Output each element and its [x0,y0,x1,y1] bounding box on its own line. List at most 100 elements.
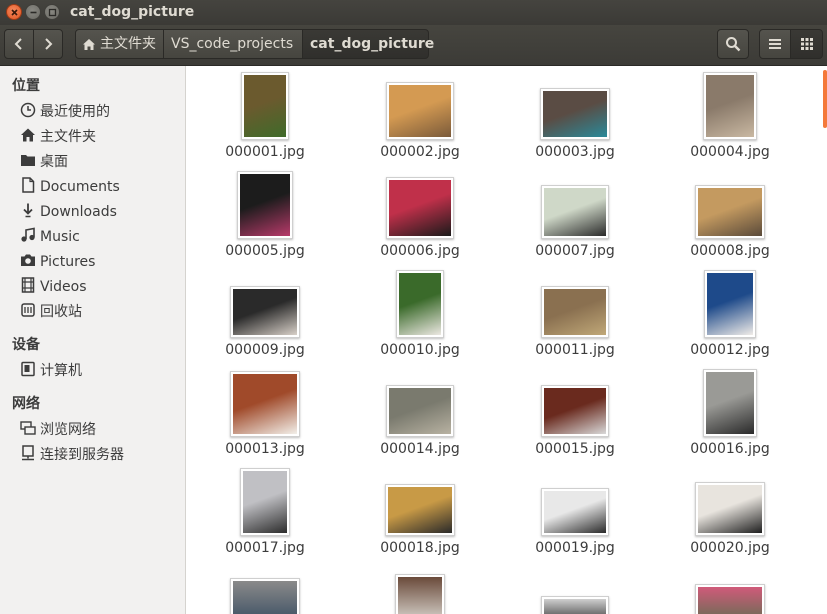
image-thumbnail[interactable] [540,88,610,140]
image-thumbnail[interactable] [541,286,609,338]
sidebar-item-label: 桌面 [40,154,68,170]
search-button[interactable] [717,29,749,59]
file-name: 000018.jpg [380,540,460,556]
image-thumbnail[interactable] [695,482,765,536]
sidebar-item-documents[interactable]: Documents [20,176,120,198]
grid-view-button[interactable] [790,29,823,59]
image-thumbnail[interactable] [541,596,609,614]
sidebar: 位置 最近使用的 主文件夹 桌面 Documents Downloads Mus… [0,66,186,614]
image-thumbnail[interactable] [703,72,757,140]
file-name: 000004.jpg [690,144,770,160]
image-thumbnail[interactable] [541,385,609,437]
image-thumbnail[interactable] [695,584,765,614]
image-thumbnail[interactable] [386,385,454,437]
sidebar-item-videos[interactable]: Videos [20,276,87,298]
minimize-window-button[interactable] [25,4,41,20]
sidebar-item-recent[interactable]: 最近使用的 [20,101,110,123]
file-name: 000010.jpg [380,342,460,358]
image-preview [544,599,606,614]
file-item[interactable]: 000018.jpg [370,470,470,560]
image-thumbnail[interactable] [237,171,293,239]
breadcrumb-home[interactable]: 主文件夹 [75,29,164,59]
file-item[interactable]: 000019.jpg [525,470,625,560]
image-preview [243,471,287,533]
sidebar-section-places: 位置 [12,78,40,94]
file-item[interactable]: 000010.jpg [370,270,470,362]
file-item[interactable]: 000007.jpg [525,173,625,263]
home-icon [21,128,35,142]
server-icon [22,445,34,461]
sidebar-item-downloads[interactable]: Downloads [20,201,117,223]
file-item[interactable]: 000020.jpg [680,470,780,560]
image-thumbnail[interactable] [386,82,454,140]
chevron-right-icon [45,38,53,50]
file-item[interactable]: 000003.jpg [525,74,625,164]
image-thumbnail[interactable] [695,185,765,239]
clock-icon [20,102,36,118]
sidebar-item-pictures[interactable]: Pictures [20,251,95,273]
image-thumbnail[interactable] [395,574,445,614]
file-name: 000015.jpg [535,441,615,457]
file-item[interactable]: 000015.jpg [525,371,625,461]
sidebar-item-label: Documents [40,179,120,195]
scrollbar[interactable] [823,70,827,128]
file-name: 000003.jpg [535,144,615,160]
file-name: 000007.jpg [535,243,615,259]
image-thumbnail[interactable] [704,270,756,338]
sidebar-item-label: Music [40,229,80,245]
file-item[interactable]: 000008.jpg [680,173,780,263]
image-thumbnail[interactable] [240,468,290,536]
list-view-button[interactable] [759,29,791,59]
image-preview [398,577,442,614]
image-thumbnail[interactable] [230,371,300,437]
breadcrumb-current[interactable]: cat_dog_picture [302,29,434,59]
sidebar-item-computer[interactable]: 计算机 [20,360,82,382]
file-item[interactable]: 000016.jpg [680,369,780,461]
sidebar-item-music[interactable]: Music [20,226,80,248]
file-item[interactable]: 000011.jpg [525,272,625,362]
file-item[interactable]: 000005.jpg [215,171,315,263]
image-thumbnail[interactable] [541,488,609,536]
sidebar-item-home[interactable]: 主文件夹 [20,126,96,148]
image-thumbnail[interactable] [241,72,289,140]
window-title: cat_dog_picture [70,4,195,20]
image-preview [544,491,606,533]
file-item[interactable]: 000009.jpg [215,272,315,362]
sidebar-item-connect-server[interactable]: 连接到服务器 [20,444,124,466]
file-item[interactable]: 000004.jpg [680,72,780,164]
image-preview [544,188,606,236]
image-preview [706,75,754,137]
image-preview [707,273,753,335]
sidebar-item-desktop[interactable]: 桌面 [20,151,68,173]
file-item[interactable]: 000002.jpg [370,74,470,164]
image-thumbnail[interactable] [230,286,300,338]
image-thumbnail[interactable] [385,484,455,536]
file-item[interactable]: 000006.jpg [370,173,470,263]
image-preview [399,273,441,335]
forward-button[interactable] [33,29,63,59]
image-thumbnail[interactable] [541,185,609,239]
file-name: 000002.jpg [380,144,460,160]
file-item[interactable]: 000013.jpg [215,371,315,461]
file-item[interactable]: 000014.jpg [370,371,470,461]
maximize-window-button[interactable] [44,4,60,20]
file-item[interactable]: 000012.jpg [680,270,780,362]
sidebar-item-trash[interactable]: 回收站 [20,301,82,323]
file-name: 000016.jpg [690,441,770,457]
image-thumbnail[interactable] [230,578,300,614]
breadcrumb-vs-code-projects[interactable]: VS_code_projects [163,29,303,59]
back-button[interactable] [4,29,34,59]
breadcrumb-label: VS_code_projects [171,36,294,52]
file-item[interactable]: 000017.jpg [215,468,315,560]
image-thumbnail[interactable] [703,369,757,437]
image-thumbnail[interactable] [386,177,454,239]
image-preview [233,374,297,434]
title-bar: cat_dog_picture [0,0,827,25]
sidebar-item-label: 浏览网络 [40,422,96,438]
sidebar-item-label: 回收站 [40,304,82,320]
close-window-button[interactable] [6,4,22,20]
breadcrumb-label: cat_dog_picture [310,36,435,52]
image-thumbnail[interactable] [396,270,444,338]
file-item[interactable]: 000001.jpg [215,72,315,164]
sidebar-item-browse-network[interactable]: 浏览网络 [20,419,96,441]
